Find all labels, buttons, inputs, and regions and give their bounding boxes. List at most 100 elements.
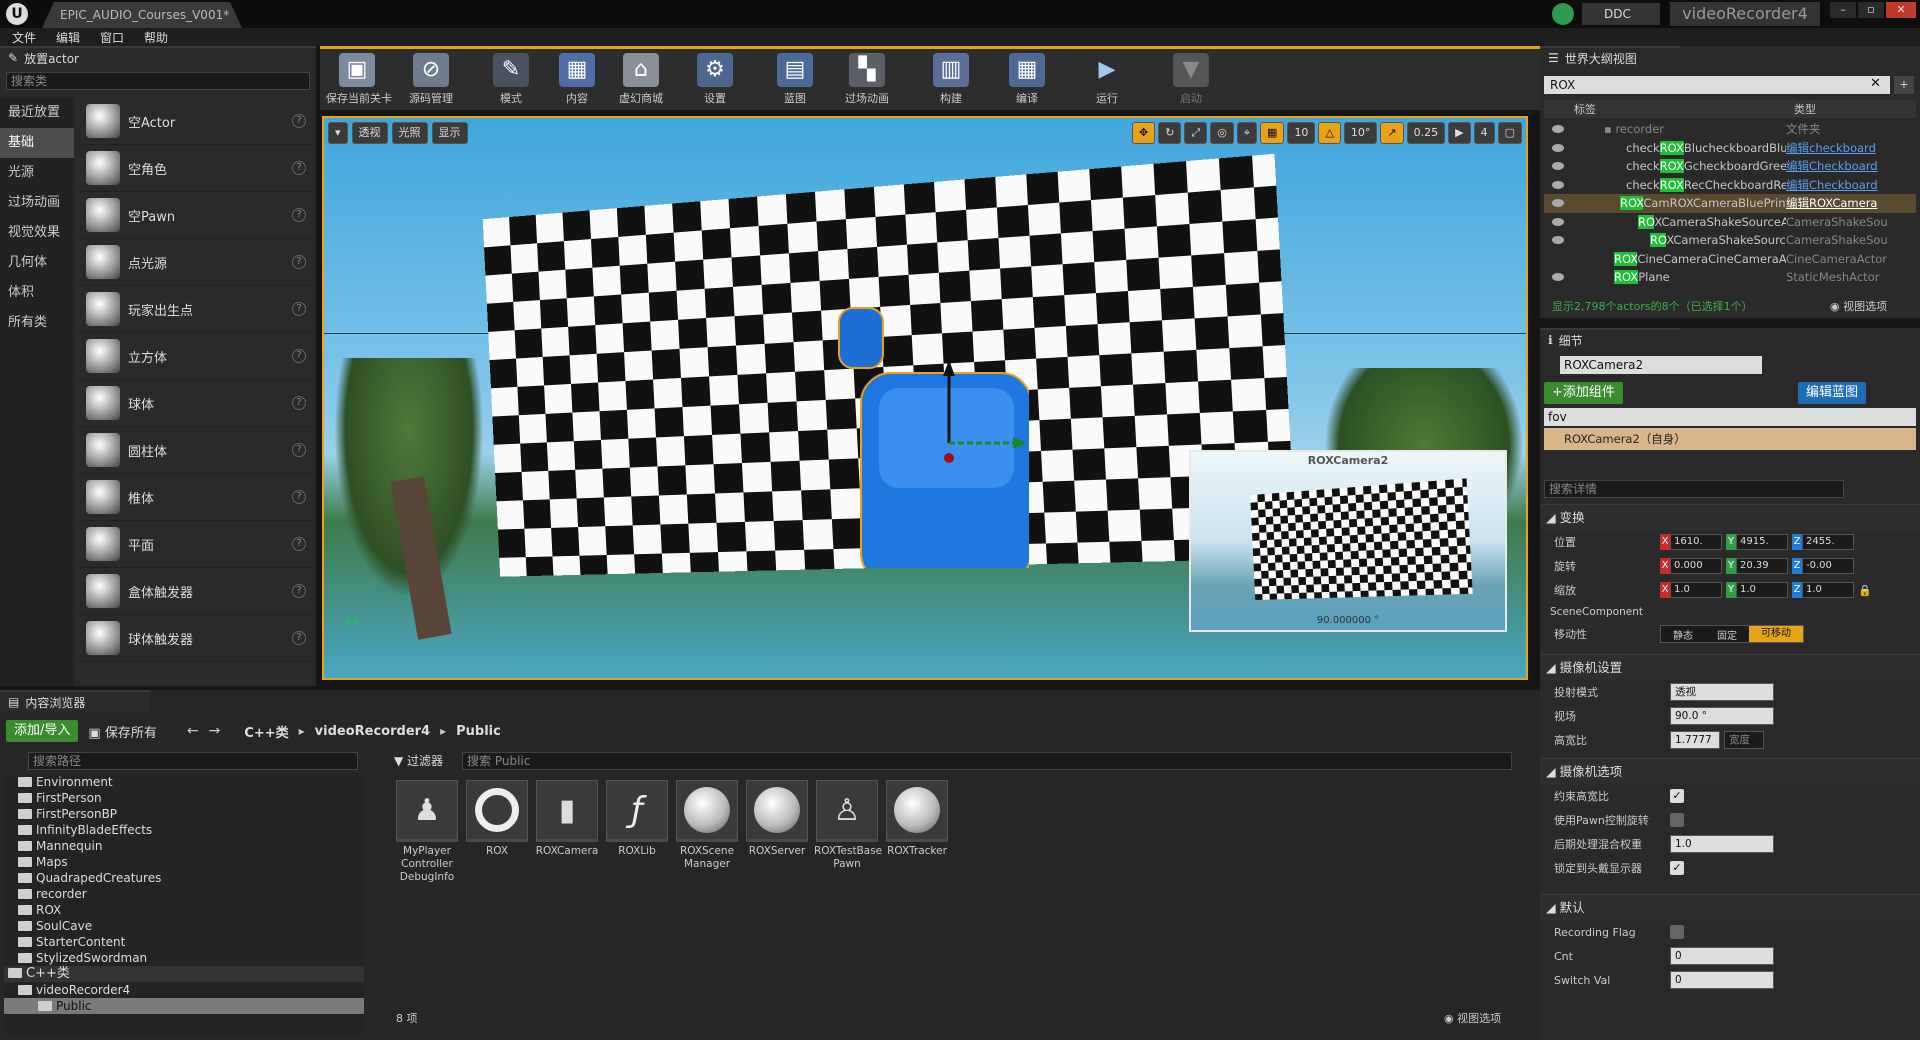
maximize-icon[interactable]: ▫ [1858,2,1884,18]
category-recent[interactable]: 最近放置 [0,98,74,128]
viewport-options-button[interactable]: ▾ [328,122,348,144]
play-button[interactable]: ▶ 运行 [1076,53,1138,109]
forward-icon[interactable]: → [209,723,221,739]
details-search-input[interactable]: 搜索详情 [1544,480,1844,498]
perspective-button[interactable]: 透视 [352,122,388,144]
tree-folder[interactable]: ROX [4,902,364,918]
place-item-cube[interactable]: 立方体? [78,333,316,380]
category-lights[interactable]: 光源 [0,158,74,188]
visibility-eye-icon[interactable] [1552,236,1564,244]
menu-file[interactable]: 文件 [12,29,36,46]
outliner-row[interactable]: ROXCameraShakeSourceActorCameraShakeSou [1544,213,1916,232]
scale-icon[interactable]: ⤢ [1184,122,1207,144]
cnt-field[interactable]: 0 [1670,947,1774,965]
details-tab[interactable]: ℹ 细节 [1540,328,1680,350]
save-all-button[interactable]: ▣ 保存所有 [88,722,156,741]
place-item-player-start[interactable]: 玩家出生点? [78,286,316,333]
mobility-movable[interactable]: 可移动 [1749,626,1803,642]
help-icon[interactable]: ? [292,114,306,128]
camera-settings-section-header[interactable]: ◢ 摄像机设置 [1540,654,1920,680]
switch-val-field[interactable]: 0 [1670,971,1774,989]
rotation-snap-icon[interactable]: △ [1318,122,1340,144]
add-component-button[interactable]: +添加组件 [1544,382,1623,404]
modes-button[interactable]: ✎ 模式 [480,53,542,109]
world-icon[interactable]: ◎ [1210,122,1234,144]
help-icon[interactable]: ? [292,537,306,551]
save-level-button[interactable]: ▣ 保存当前关卡 [326,53,388,109]
menu-window[interactable]: 窗口 [100,29,124,46]
marketplace-button[interactable]: ⌂ 虚幻商城 [610,53,672,109]
location-y-field[interactable]: 4915. [1736,534,1788,550]
tree-folder[interactable]: Mannequin [4,838,364,854]
tree-folder[interactable]: FirstPersonBP [4,806,364,822]
visibility-eye-icon[interactable] [1552,144,1564,152]
visibility-eye-icon[interactable] [1552,218,1564,226]
help-icon[interactable]: ? [292,161,306,175]
tree-project-folder[interactable]: videoRecorder4 [4,982,364,998]
tree-folder[interactable]: InfinityBladeEffects [4,822,364,838]
lock-hmd-checkbox[interactable]: ✓ [1670,861,1684,875]
place-item-empty-pawn[interactable]: 空Pawn? [78,192,316,239]
category-basic[interactable]: 基础 [0,128,74,158]
outliner-row[interactable]: checkROXGcheckboardGreen_C编辑Checkboard [1544,157,1916,176]
outliner-row[interactable]: ROXPlane StaticMeshActor [1544,268,1916,287]
asset-tile[interactable]: ♙ ROXTestBase Pawn [814,780,880,871]
component-filter-input[interactable]: fov [1544,408,1916,426]
breadcrumb-cpp[interactable]: C++类 [244,722,288,741]
place-actors-tab[interactable]: ✎ 放置actor [0,46,316,68]
source-control-button[interactable]: ⊘ 源码管理 [400,53,462,109]
outliner-row[interactable]: checkROXRecCheckboardRed_C编辑Checkboard [1544,176,1916,195]
place-item-box-trigger[interactable]: 盒体触发器? [78,568,316,615]
build-button[interactable]: ▥ 构建 [920,53,982,109]
menu-edit[interactable]: 编辑 [56,29,80,46]
rotation-snap-value[interactable]: 10° [1344,122,1378,144]
level-tab[interactable]: EPIC_AUDIO_Courses_V001* [42,2,242,28]
transform-section-header[interactable]: ◢ 变换 [1540,504,1920,530]
close-icon[interactable]: ✕ [1886,2,1916,18]
add-import-button[interactable]: 添加/导入 [6,720,78,742]
tree-folder[interactable]: StylizedSwordman [4,950,364,966]
edit-blueprint-link[interactable]: 编辑Checkboard [1786,158,1878,174]
path-search-input[interactable]: 搜索路径 [28,752,358,770]
projection-mode-dropdown[interactable]: 透视 [1670,683,1774,701]
visibility-eye-icon[interactable] [1552,273,1564,281]
place-item-plane[interactable]: 平面? [78,521,316,568]
label-column-header[interactable]: 标签 [1574,101,1794,117]
place-item-point-light[interactable]: 点光源? [78,239,316,286]
grid-snap-value[interactable]: 10 [1287,122,1315,144]
help-icon[interactable]: ? [292,396,306,410]
help-icon[interactable]: ? [292,255,306,269]
outliner-row-folder[interactable]: ▪ recorder 文件夹 [1544,120,1916,139]
outliner-row-selected[interactable]: ROXCamROXCameraBluePrint_C编辑ROXCamera [1544,194,1916,213]
constrain-aspect-checkbox[interactable]: ✓ [1670,789,1684,803]
back-icon[interactable]: ← [187,723,199,739]
help-icon[interactable]: ? [292,349,306,363]
category-cinematic[interactable]: 过场动画 [0,188,74,218]
pawn-rotation-checkbox[interactable] [1670,813,1684,827]
place-item-empty-character[interactable]: 空角色? [78,145,316,192]
compile-button[interactable]: ▦ 编译 [996,53,1058,109]
visibility-eye-icon[interactable] [1552,181,1564,189]
tree-folder[interactable]: Environment [4,774,364,790]
launch-button[interactable]: ▼ 启动 [1160,53,1222,109]
help-icon[interactable]: ? [292,443,306,457]
visibility-eye-icon[interactable] [1552,199,1564,207]
lock-icon[interactable]: 🔒 [1858,584,1872,597]
lit-button[interactable]: 光照 [392,122,428,144]
outliner-view-options[interactable]: ◉ 视图选项 [1830,298,1887,314]
pp-weight-field[interactable]: 1.0 [1670,835,1774,853]
location-z-field[interactable]: 2455. [1802,534,1854,550]
outliner-row[interactable]: checkROXBlucheckboardBlue_C编辑checkboard [1544,139,1916,158]
edit-blueprint-link[interactable]: 编辑ROXCamera [1786,195,1877,211]
asset-tile[interactable]: ♟ MyPlayer Controller DebugInfo [394,780,460,884]
content-button[interactable]: ▦ 内容 [546,53,608,109]
cinematics-button[interactable]: ▚ 过场动画 [836,53,898,109]
fov-field[interactable]: 90.0 ° [1670,707,1774,725]
camera-options-section-header[interactable]: ◢ 摄像机选项 [1540,758,1920,784]
scale-x-field[interactable]: 1.0 [1670,582,1722,598]
outliner-tab[interactable]: ☰ 世界大纲视图 [1540,46,1680,68]
place-item-cone[interactable]: 椎体? [78,474,316,521]
blueprints-button[interactable]: ▤ 蓝图 [764,53,826,109]
tree-folder[interactable]: recorder [4,886,364,902]
show-button[interactable]: 显示 [432,122,468,144]
